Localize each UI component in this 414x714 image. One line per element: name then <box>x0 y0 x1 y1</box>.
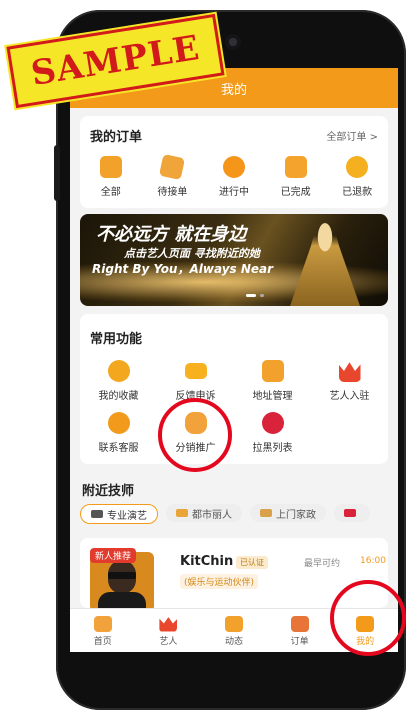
avatar-body <box>98 592 146 608</box>
banner-subline: 点击艺人页面 寻找附近的她 <box>124 247 260 260</box>
promo-banner[interactable]: 不必远方 就在身边 点击艺人页面 寻找附近的她 Right By You，Alw… <box>80 214 388 306</box>
category-chips: 专业演艺 都市丽人 上门家政 <box>80 504 398 524</box>
common-functions-card: 常用功能 我的收藏 反馈申诉 地址管理 艺人入驻 联系客服 分销推广 拉黑列表 <box>80 314 388 464</box>
chip-label: 专业演艺 <box>107 510 147 522</box>
technician-name: KitChin <box>180 554 234 569</box>
home-icon <box>93 615 112 632</box>
favorites-icon <box>107 360 130 382</box>
banner-english-line: Right By You，Always Near <box>92 262 274 276</box>
chip-label: 上门家政 <box>276 509 316 521</box>
tab-artist[interactable]: 艺人 <box>136 609 202 652</box>
fashion-icon <box>176 509 188 517</box>
avatar-glasses <box>108 572 136 579</box>
tab-label: 订单 <box>290 636 309 647</box>
feedback-item[interactable]: 反馈申诉 <box>157 360 234 402</box>
chip-urban-beauty[interactable]: 都市丽人 <box>166 504 242 522</box>
blacklist-icon <box>261 412 284 434</box>
nearby-title: 附近技师 <box>82 484 135 499</box>
chip-label: 都市丽人 <box>192 509 232 521</box>
front-camera <box>225 34 241 50</box>
order-status-label: 全部 <box>100 187 121 198</box>
order-status-refund[interactable]: 已退款 <box>327 156 387 198</box>
order-status-label: 已完成 <box>280 187 311 198</box>
crown-icon <box>338 362 361 382</box>
order-status-row: 全部 待接单 进行中 已完成 已退款 <box>80 153 388 198</box>
pending-icon <box>159 153 186 181</box>
orders-title: 我的订单 <box>90 130 143 145</box>
order-status-label: 进行中 <box>218 187 249 198</box>
highlight-circle-profile-tab <box>330 580 406 656</box>
banner-indicator[interactable] <box>260 294 264 297</box>
banner-headline: 不必远方 就在身边 <box>96 224 247 245</box>
function-label: 我的收藏 <box>98 391 139 402</box>
function-label: 艺人入驻 <box>329 391 370 402</box>
blacklist-item[interactable]: 拉黑列表 <box>234 412 311 454</box>
refund-icon <box>346 156 369 178</box>
phone-side-button <box>54 145 60 201</box>
common-functions-row-2: 联系客服 分销推广 拉黑列表 <box>80 412 388 454</box>
technician-tag: (娱乐与运动伙伴) <box>180 574 259 589</box>
in-progress-icon <box>222 156 245 178</box>
order-status-completed[interactable]: 已完成 <box>266 156 326 198</box>
all-orders-icon <box>99 156 122 178</box>
orders-icon <box>290 615 309 632</box>
chip-home-service[interactable]: 上门家政 <box>250 504 326 522</box>
function-label: 联系客服 <box>98 443 139 454</box>
earliest-available-time: 16:00 <box>360 556 386 566</box>
banner-indicator-active[interactable] <box>246 294 256 297</box>
feed-icon <box>224 615 243 632</box>
common-functions-row-1: 我的收藏 反馈申诉 地址管理 艺人入驻 <box>80 360 388 402</box>
page-title: 我的 <box>220 82 247 98</box>
chip-performing-arts[interactable]: 专业演艺 <box>80 504 158 524</box>
tab-orders[interactable]: 订单 <box>267 609 333 652</box>
customer-service-item[interactable]: 联系客服 <box>80 412 157 454</box>
chip-more[interactable] <box>334 504 370 522</box>
order-status-in-progress[interactable]: 进行中 <box>204 156 264 198</box>
tab-label: 首页 <box>93 636 112 647</box>
tab-label: 艺人 <box>159 636 178 647</box>
new-recommend-badge: 新人推荐 <box>90 548 137 563</box>
earliest-available-label: 最早可约 <box>304 559 341 569</box>
highlight-circle-promotion <box>158 398 232 472</box>
broom-icon <box>260 509 272 517</box>
order-status-label: 已退款 <box>342 187 373 198</box>
favorites-item[interactable]: 我的收藏 <box>80 360 157 402</box>
address-icon <box>261 360 284 382</box>
tab-feed[interactable]: 动态 <box>201 609 267 652</box>
artist-join-item[interactable]: 艺人入驻 <box>311 360 388 402</box>
function-label: 拉黑列表 <box>252 443 293 454</box>
function-label: 地址管理 <box>252 391 293 402</box>
orders-card: 我的订单 全部订单 > 全部 待接单 进行中 已完成 已退款 <box>80 116 388 208</box>
feedback-mail-icon <box>184 363 207 379</box>
common-functions-title: 常用功能 <box>90 332 143 347</box>
order-status-label: 待接单 <box>157 187 188 198</box>
verified-badge: 已认证 <box>236 556 268 569</box>
car-icon <box>344 509 356 517</box>
tab-home[interactable]: 首页 <box>70 609 136 652</box>
app-screen: 我的 我的订单 全部订单 > 全部 待接单 进行中 已完成 已退款 不必远方 就… <box>70 68 398 652</box>
tab-label: 动态 <box>224 636 243 647</box>
artist-icon <box>159 617 178 632</box>
mic-icon <box>91 510 103 518</box>
address-item[interactable]: 地址管理 <box>234 360 311 402</box>
all-orders-link[interactable]: 全部订单 > <box>326 128 378 143</box>
customer-service-icon <box>107 412 130 434</box>
completed-icon <box>284 156 307 178</box>
order-status-all[interactable]: 全部 <box>81 156 141 198</box>
order-status-pending[interactable]: 待接单 <box>142 153 202 198</box>
